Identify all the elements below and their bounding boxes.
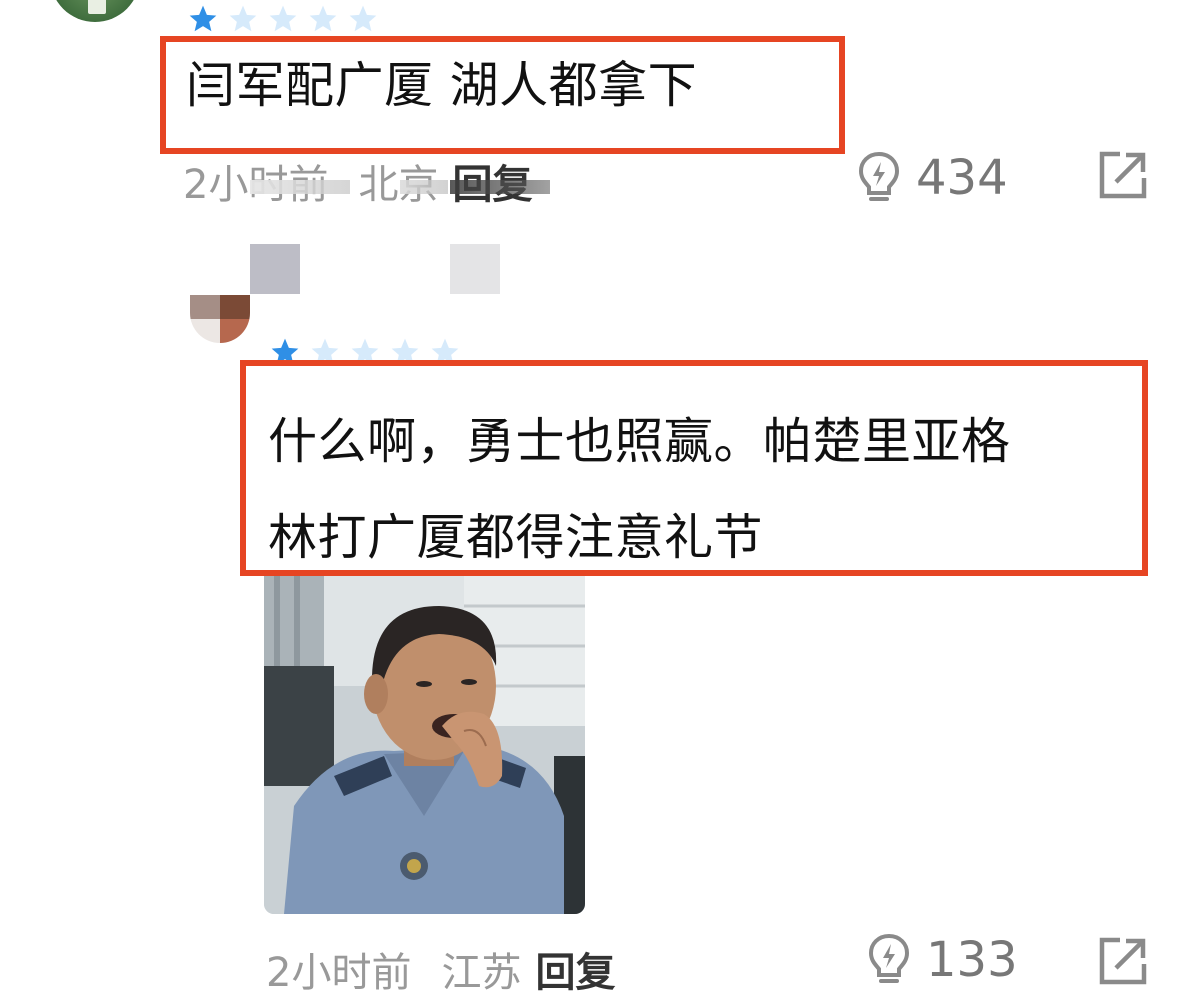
like-count: 133 <box>926 932 1018 988</box>
like-button[interactable]: 434 <box>856 150 1008 206</box>
avatar[interactable] <box>50 0 140 22</box>
star-icon <box>269 5 297 32</box>
highlight-box: 什么啊，勇士也照赢。帕楚里亚格 林打广厦都得注意礼节 <box>240 360 1148 576</box>
avatar[interactable] <box>190 295 250 343</box>
blur-overlay <box>250 180 350 194</box>
document-icon <box>88 0 106 14</box>
like-count: 434 <box>916 150 1008 206</box>
highlight-box: 闫军配广厦 湖人都拿下 <box>160 36 845 154</box>
comment-time: 2小时前 <box>266 950 412 995</box>
like-button[interactable]: 133 <box>866 932 1018 988</box>
star-icon <box>189 5 217 32</box>
username-mosaic <box>450 244 500 294</box>
share-arrow-icon[interactable] <box>1098 150 1148 200</box>
star-rating <box>186 3 380 35</box>
reply-button[interactable]: 回复 <box>535 940 615 995</box>
comment-location: 江苏 <box>441 950 522 995</box>
comment-image[interactable] <box>264 576 585 914</box>
comment-text: 什么啊，勇士也照赢。帕楚里亚格 林打广厦都得注意礼节 <box>268 394 1011 586</box>
star-icon <box>349 5 377 32</box>
star-icon <box>309 5 337 32</box>
share-arrow-icon[interactable] <box>1098 936 1148 986</box>
lightbulb-icon <box>868 933 910 983</box>
comment-meta: 2小时前 江苏 回复 <box>266 940 615 995</box>
lightbulb-icon <box>858 151 900 201</box>
officer-photo <box>264 576 585 914</box>
blur-overlay <box>450 180 550 194</box>
comment-feed: 闫军配广厦 湖人都拿下 2小时前 北京 回复 434 什么啊， <box>0 0 1200 995</box>
star-icon <box>229 5 257 32</box>
comment-text-line: 什么啊，勇士也照赢。帕楚里亚格 <box>268 413 1011 470</box>
blur-overlay <box>400 180 448 194</box>
comment-text-line: 林打广厦都得注意礼节 <box>268 509 764 566</box>
username-mosaic <box>250 244 300 294</box>
comment-text: 闫军配广厦 湖人都拿下 <box>186 57 698 114</box>
